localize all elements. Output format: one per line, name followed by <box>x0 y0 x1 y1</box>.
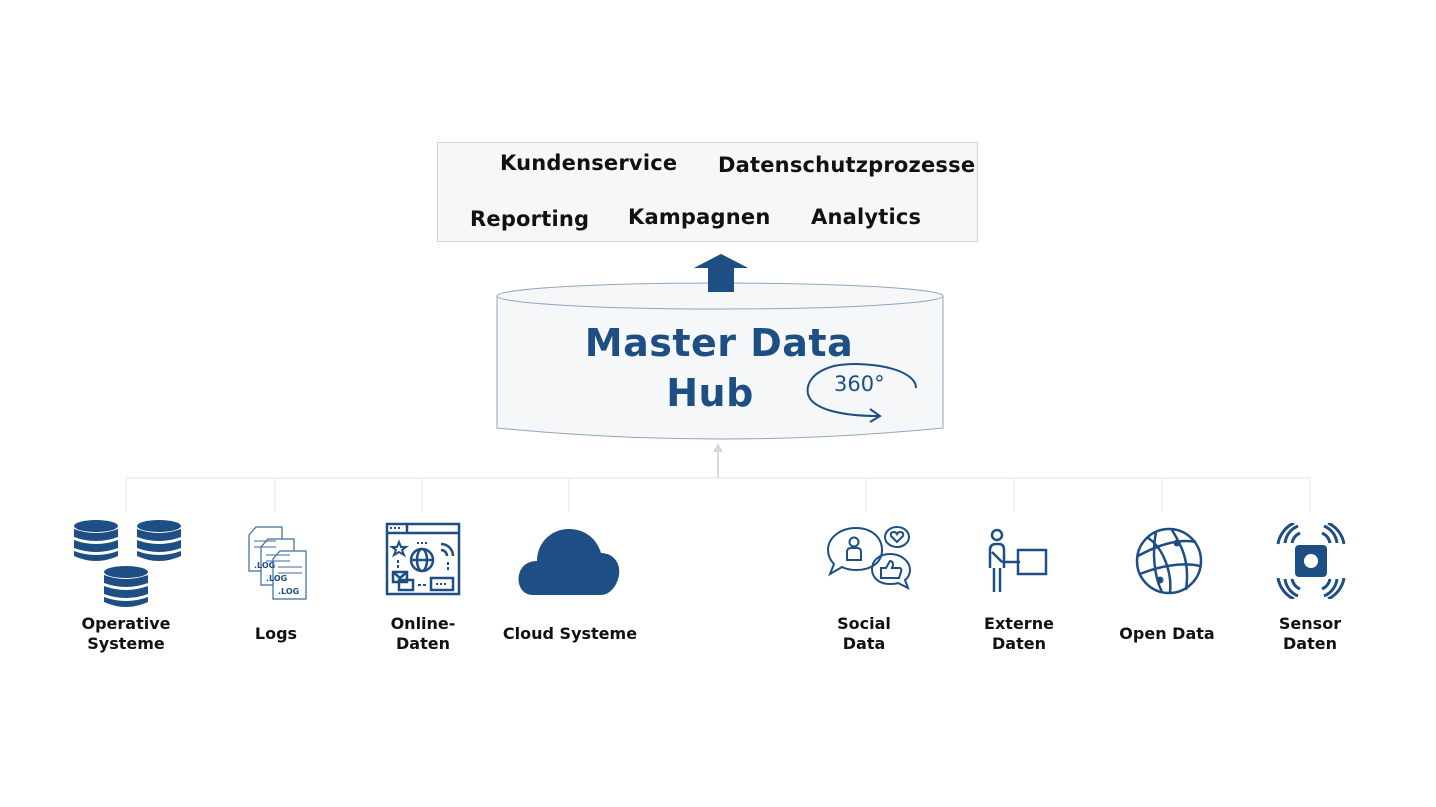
social-bubbles-icon <box>826 526 912 590</box>
source-label-line1: Logs <box>254 624 298 643</box>
badge-360: 360° <box>834 372 885 396</box>
cloud-icon <box>518 529 620 595</box>
database-stack-icon <box>74 520 181 607</box>
source-label-line1: Open Data <box>1119 624 1215 643</box>
source-label-line1: Online- <box>390 614 456 633</box>
source-label-operative-systeme: Operative Systeme <box>46 614 206 654</box>
use-case-datenschutzprozesse: Datenschutzprozesse <box>718 153 976 177</box>
source-label-line1: Social <box>837 614 891 633</box>
source-label-line2: Daten <box>1283 634 1337 653</box>
sensor-icon <box>1276 523 1346 599</box>
source-label-line2: Daten <box>992 634 1046 653</box>
source-label-externe-daten: Externe Daten <box>939 614 1099 654</box>
arrow-up-icon-overlay <box>694 254 748 292</box>
source-label-online-daten: Online- Daten <box>343 614 503 654</box>
source-label-line2: Data <box>842 634 886 653</box>
source-label-line1: Cloud Systeme <box>502 624 638 643</box>
source-label-sensor-daten: Sensor Daten <box>1230 614 1390 654</box>
svg-text:.LOG: .LOG <box>278 587 299 596</box>
web-browser-icon <box>385 522 461 596</box>
source-label-line1: Sensor <box>1278 614 1342 633</box>
use-cases-box: Kundenservice Datenschutzprozesse Report… <box>437 142 978 242</box>
source-label-social-data: Social Data <box>784 614 944 654</box>
globe-icon <box>1135 527 1203 595</box>
connector-lines <box>125 443 1311 512</box>
source-label-line1: Externe <box>984 614 1054 633</box>
source-label-line1: Operative <box>81 614 171 633</box>
use-case-kampagnen: Kampagnen <box>628 205 771 229</box>
source-label-line2: Daten <box>396 634 450 653</box>
use-case-kundenservice: Kundenservice <box>500 151 678 175</box>
svg-text:.LOG: .LOG <box>266 574 287 583</box>
use-case-reporting: Reporting <box>470 207 590 231</box>
log-files-icon: .LOG .LOG .LOG <box>248 526 307 600</box>
use-case-analytics: Analytics <box>811 205 922 229</box>
presenter-board-icon <box>988 528 1048 592</box>
source-label-logs: Logs <box>196 624 356 644</box>
source-label-open-data: Open Data <box>1087 624 1247 644</box>
source-label-line2: Systeme <box>87 634 165 653</box>
svg-text:.LOG: .LOG <box>254 561 275 570</box>
source-label-cloud-systeme: Cloud Systeme <box>490 624 650 644</box>
